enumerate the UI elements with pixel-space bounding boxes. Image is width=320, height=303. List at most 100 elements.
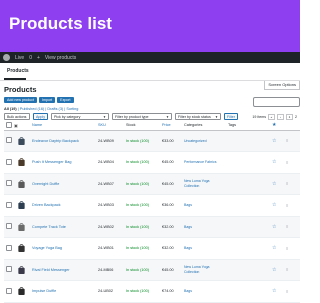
- featured-star-icon[interactable]: ☆: [272, 138, 276, 144]
- product-category-link[interactable]: New Luma Yoga Collection: [182, 173, 226, 195]
- product-name-link[interactable]: Impulse Duffle: [30, 280, 96, 303]
- product-sku: 24-WB07: [96, 173, 124, 195]
- bulk-actions-select[interactable]: Bulk actions▼: [4, 113, 30, 120]
- table-row[interactable]: Voyage Yoga Bag 24-WB01 In stock (100) €32.…: [4, 237, 300, 260]
- product-name-link[interactable]: Rival Field Messenger: [30, 259, 96, 281]
- product-category-link[interactable]: Bags: [182, 237, 226, 260]
- search-input[interactable]: [253, 97, 300, 107]
- table-row[interactable]: Endeavor Daytrip Backpack 24-WB09 In stock…: [4, 130, 300, 152]
- product-category-link[interactable]: Bags: [182, 216, 226, 238]
- admin-bar-site[interactable]: Live: [15, 55, 24, 61]
- featured-star-icon[interactable]: ☆: [272, 181, 276, 187]
- product-thumbnail[interactable]: [17, 136, 26, 146]
- product-name-link[interactable]: Push It Messenger Bag: [30, 151, 96, 174]
- product-category-link[interactable]: Performance Fabrics: [182, 151, 226, 174]
- more-actions-icon[interactable]: ≡: [286, 289, 288, 294]
- table-row[interactable]: Driven Backpack 24-WB03 In stock (100) €36.…: [4, 194, 300, 217]
- more-actions-icon[interactable]: ≡: [286, 160, 288, 165]
- apply-button[interactable]: Apply: [33, 113, 48, 120]
- featured-star-icon[interactable]: ☆: [272, 288, 276, 294]
- current-page-input[interactable]: 1: [286, 113, 293, 120]
- view-published[interactable]: Published (16): [20, 107, 44, 111]
- chevron-down-icon: ▼: [166, 115, 169, 119]
- product-category-link[interactable]: New Luma Yoga Collection: [182, 259, 226, 281]
- stock-status: In stock (100): [124, 280, 160, 303]
- table-row[interactable]: Push It Messenger Bag 24-WB04 In stock (10…: [4, 151, 300, 174]
- select-all-checkbox[interactable]: [6, 121, 12, 128]
- row-checkbox[interactable]: [6, 180, 12, 187]
- featured-star-icon[interactable]: ☆: [272, 245, 276, 251]
- column-sku[interactable]: SKU: [96, 121, 124, 131]
- more-actions-icon[interactable]: ≡: [286, 181, 288, 186]
- product-name-link[interactable]: Driven Backpack: [30, 194, 96, 217]
- featured-star-icon[interactable]: ☆: [272, 202, 276, 208]
- product-name-link[interactable]: Compete Track Tote: [30, 216, 96, 238]
- prev-page-button[interactable]: ‹: [277, 113, 284, 120]
- featured-star-icon[interactable]: ☆: [272, 224, 276, 230]
- first-page-button[interactable]: «: [268, 113, 275, 120]
- more-actions-icon[interactable]: ≡: [286, 203, 288, 208]
- product-thumbnail[interactable]: [17, 179, 26, 189]
- product-sku: 24-MB06: [96, 259, 124, 281]
- product-name-link[interactable]: Endeavor Daytrip Backpack: [30, 130, 96, 152]
- import-button[interactable]: Import: [38, 97, 56, 103]
- row-checkbox[interactable]: [6, 266, 12, 273]
- table-row[interactable]: Impulse Duffle 24-UB02 In stock (100) €74.0…: [4, 280, 300, 303]
- row-checkbox[interactable]: [6, 244, 12, 251]
- product-thumbnail[interactable]: [17, 222, 26, 232]
- tab-products[interactable]: Products: [7, 68, 29, 74]
- featured-star-icon[interactable]: ☆: [272, 267, 276, 273]
- column-price[interactable]: Price: [160, 121, 182, 131]
- product-category-link[interactable]: Uncategorized: [182, 130, 226, 152]
- table-row[interactable]: Compete Track Tote 24-WB02 In stock (100) €…: [4, 216, 300, 238]
- column-categories: Categories: [182, 121, 226, 131]
- view-all[interactable]: All (19): [4, 107, 17, 111]
- product-name-link[interactable]: Voyage Yoga Bag: [30, 237, 96, 260]
- more-actions-icon[interactable]: ≡: [286, 224, 288, 229]
- featured-star-icon[interactable]: ★: [272, 122, 276, 128]
- table-row[interactable]: Overnight Duffle 24-WB07 In stock (100) €45…: [4, 173, 300, 195]
- product-thumbnail[interactable]: [17, 243, 26, 253]
- filter-button[interactable]: Filter: [224, 113, 238, 120]
- product-tags: [226, 194, 270, 217]
- product-price: €45.00: [160, 173, 182, 195]
- more-actions-icon[interactable]: ≡: [286, 246, 288, 251]
- view-sorting[interactable]: Sorting: [66, 107, 78, 111]
- view-drafts[interactable]: Drafts (3): [47, 107, 63, 111]
- filter-bar: Bulk actions▼ Apply Pick by category▼ Fi…: [4, 112, 300, 121]
- row-checkbox[interactable]: [6, 201, 12, 208]
- export-button[interactable]: Export: [57, 97, 74, 103]
- stock-status: In stock (100): [124, 237, 160, 260]
- more-actions-icon[interactable]: ≡: [286, 138, 288, 143]
- screen-options-button[interactable]: Screen Options: [264, 81, 300, 90]
- product-category-link[interactable]: Bags: [182, 280, 226, 303]
- table-row[interactable]: Rival Field Messenger 24-MB06 In stock (10…: [4, 259, 300, 281]
- product-sku: 24-UB02: [96, 280, 124, 303]
- product-thumbnail[interactable]: [17, 157, 26, 167]
- row-checkbox[interactable]: [6, 287, 12, 294]
- product-tags: [226, 259, 270, 281]
- featured-star-icon[interactable]: ☆: [272, 159, 276, 165]
- wordpress-logo-icon[interactable]: [3, 54, 10, 61]
- stock-status-select[interactable]: Filter by stock status ▼: [175, 113, 221, 120]
- category-select[interactable]: Pick by category ▼: [51, 113, 109, 120]
- product-sku: 24-WB04: [96, 151, 124, 174]
- admin-bar-comments[interactable]: 0: [29, 55, 32, 61]
- product-type-select[interactable]: Filter by product type ▼: [112, 113, 172, 120]
- product-thumbnail[interactable]: [17, 286, 26, 296]
- more-actions-icon[interactable]: ≡: [286, 267, 288, 272]
- column-name[interactable]: Name: [30, 121, 96, 131]
- product-tags: [226, 237, 270, 260]
- row-checkbox[interactable]: [6, 137, 12, 144]
- stock-status: In stock (100): [124, 173, 160, 195]
- admin-bar-new[interactable]: +: [37, 55, 40, 61]
- row-checkbox[interactable]: [6, 158, 12, 165]
- add-new-product-button[interactable]: Add new product: [4, 97, 37, 103]
- status-views: All (19) | Published (16) | Drafts (3) |…: [4, 107, 79, 111]
- product-category-link[interactable]: Bags: [182, 194, 226, 217]
- row-checkbox[interactable]: [6, 223, 12, 230]
- admin-bar-view-products[interactable]: View products: [45, 55, 76, 61]
- product-thumbnail[interactable]: [17, 200, 26, 210]
- product-name-link[interactable]: Overnight Duffle: [30, 173, 96, 195]
- product-thumbnail[interactable]: [17, 265, 26, 275]
